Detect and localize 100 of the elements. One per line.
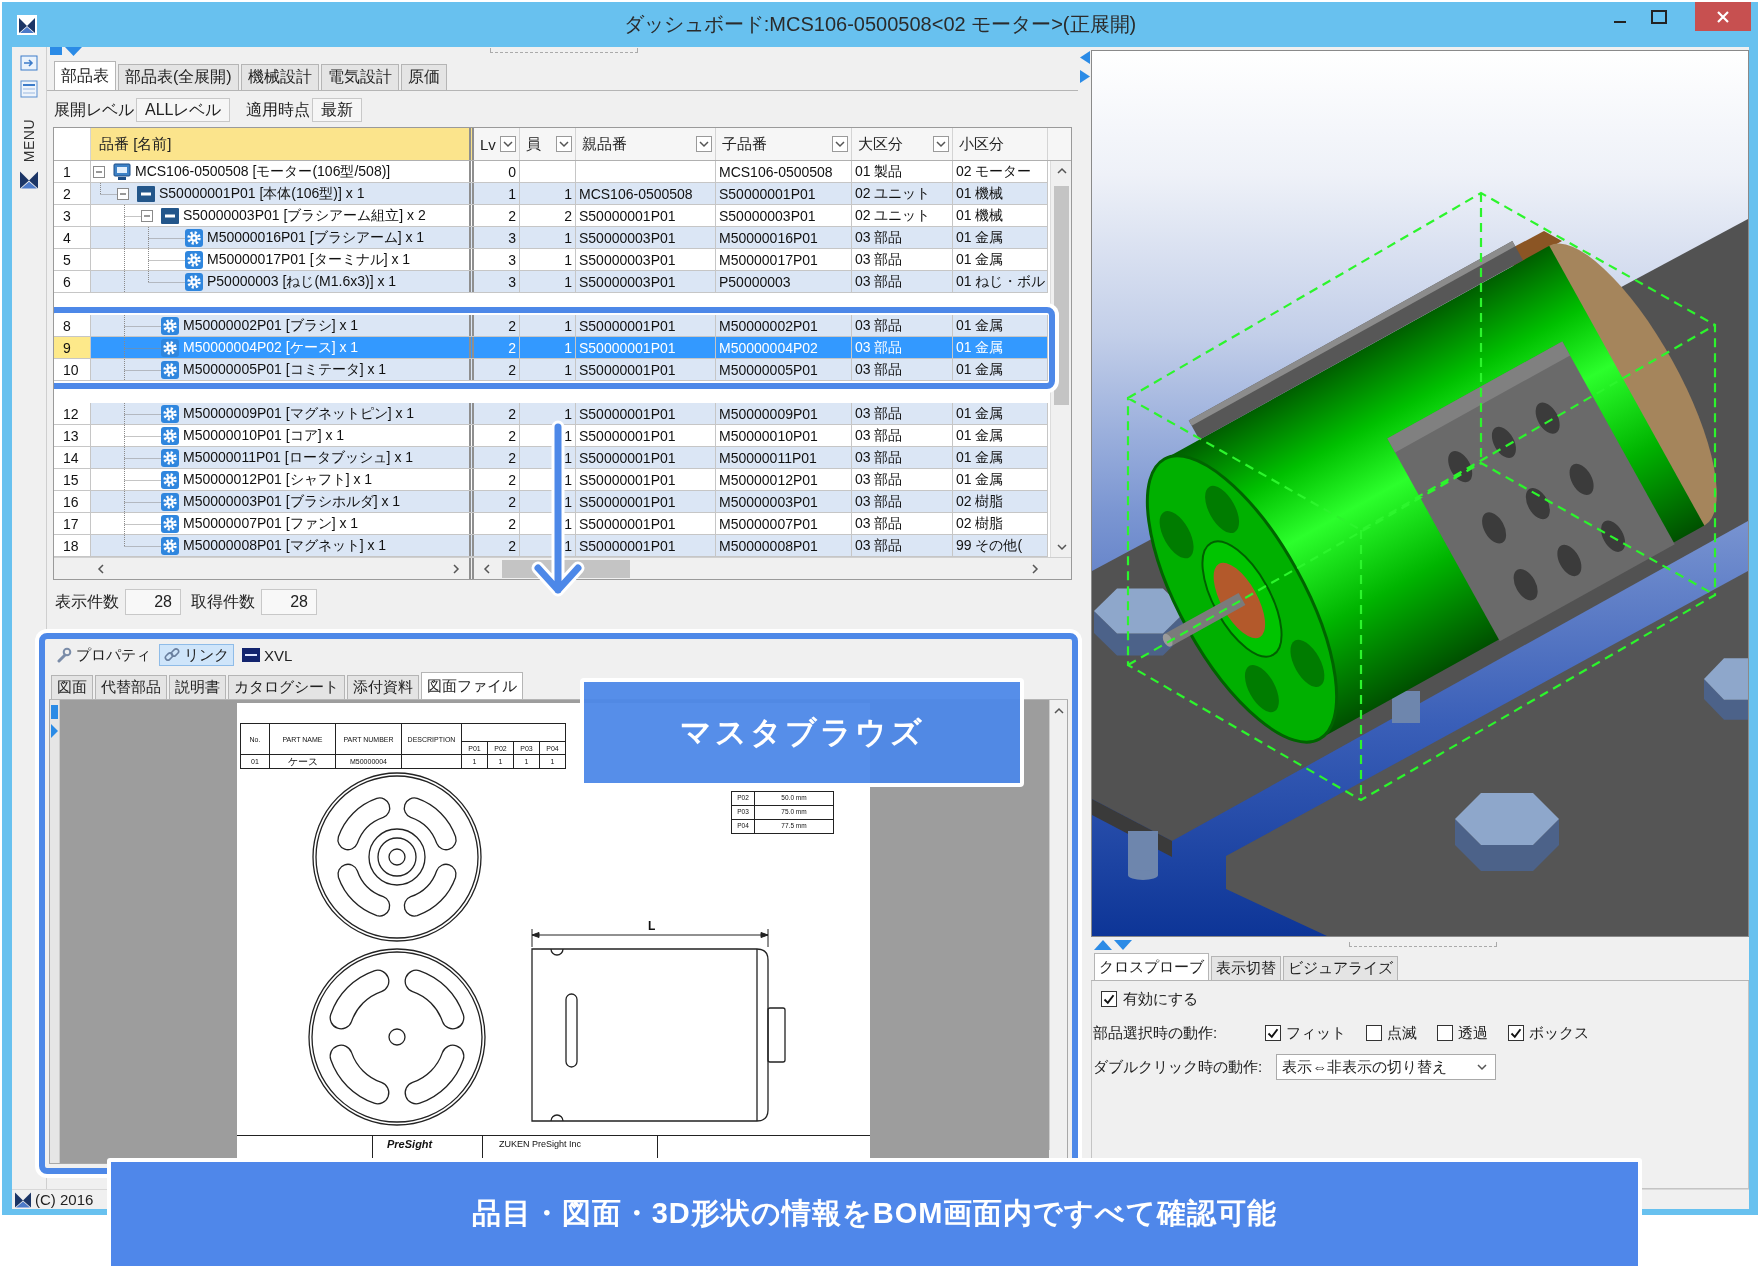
table-row[interactable]: 1 MCS106-0500508 [モーター(106型/508)] 0 MCS106-0500508 01 製品 02 モーター xyxy=(54,161,1048,183)
column-header[interactable]: 員 xyxy=(520,128,576,160)
close-button[interactable] xyxy=(1695,2,1751,31)
chevron-up-icon[interactable] xyxy=(1056,166,1067,176)
tab[interactable]: 図面 xyxy=(51,675,93,699)
table-cell: S50000003P01 xyxy=(576,227,716,248)
right-triangle-icon[interactable] xyxy=(1079,70,1090,83)
table-cell: M50000016P01 xyxy=(716,227,852,248)
bar-tile-icon xyxy=(137,184,155,203)
collapse-icon[interactable] xyxy=(93,165,105,178)
table-row[interactable]: 6 P50000003 [ねじ(M1.6x3)] x 1 3 1 S50000003P01 P50000003 03 部品 01 ねじ・ボル xyxy=(54,271,1048,293)
table-row[interactable]: 5 M50000017P01 [ターミナル] x 1 3 1 S50000003P01 M50000017P01 03 部品 01 金属 xyxy=(54,249,1048,271)
value-field[interactable]: 最新 xyxy=(312,98,363,122)
chevron-left-icon[interactable] xyxy=(482,563,492,574)
checkbox[interactable] xyxy=(1437,1025,1453,1041)
tab[interactable]: 原価 xyxy=(400,64,447,90)
value-field[interactable]: ALLレベル xyxy=(136,98,231,122)
table-cell: 2 xyxy=(474,337,520,358)
dropdown-field[interactable]: 表示⇔非表示の切り替え xyxy=(1276,1054,1497,1080)
table-row[interactable]: 9 M50000004P02 [ケース] x 1 2 1 S50000001P01 M50000004P02 03 部品 01 金属 xyxy=(54,337,1048,359)
dropdown-icon[interactable] xyxy=(696,136,712,152)
dropdown-icon[interactable] xyxy=(556,136,572,152)
row-number: 2 xyxy=(54,183,91,204)
part-name: M50000017P01 [ターミナル] x 1 xyxy=(207,250,411,269)
gear-icon xyxy=(161,338,179,357)
count-field: 28 xyxy=(125,589,181,615)
chevron-right-icon[interactable] xyxy=(1030,563,1040,574)
tab[interactable]: 機械設計 xyxy=(240,64,319,90)
column-header[interactable]: 小区分 xyxy=(953,128,1048,160)
table-row[interactable]: 18 M50000008P01 [マグネット] x 1 2 1 S50000001P01 M50000008P01 03 部品 99 その他( xyxy=(54,535,1048,557)
table-row[interactable]: 10 M50000005P01 [コミテータ] x 1 2 1 S50000001P01 M50000005P01 03 部品 01 金属 xyxy=(54,359,1048,381)
collapse-icon[interactable] xyxy=(117,187,129,200)
table-row[interactable]: 13 M50000010P01 [コア] x 1 2 1 S50000001P01 M50000010P01 03 部品 01 金属 xyxy=(54,425,1048,447)
table-row[interactable]: 3 S50000003P01 [ブラシアーム組立] x 2 2 2 S50000001P01 S50000003P01 02 ユニット 01 機械 xyxy=(54,205,1048,227)
dropdown-icon[interactable] xyxy=(933,136,949,152)
tab[interactable]: 電気設計 xyxy=(320,64,399,90)
table-cell: M50000002P01 xyxy=(716,315,852,336)
chevron-left-icon[interactable] xyxy=(96,563,106,574)
table-row[interactable]: 17 M50000007P01 [ファン] x 1 2 1 S50000001P01 M50000007P01 03 部品 02 樹脂 xyxy=(54,513,1048,535)
tab[interactable]: 部品表 xyxy=(54,61,116,90)
down-triangle-icon[interactable] xyxy=(65,47,82,56)
down-triangle-icon[interactable] xyxy=(1114,939,1132,950)
chevron-up-icon[interactable] xyxy=(1053,706,1064,716)
checkbox[interactable] xyxy=(1265,1025,1281,1041)
up-triangle-icon[interactable] xyxy=(1094,939,1112,950)
checkbox[interactable] xyxy=(1366,1025,1382,1041)
bar-marker-icon[interactable] xyxy=(51,705,58,719)
table-row[interactable]: 15 M50000012P01 [シャフト] x 1 2 1 S50000001P01 M50000012P01 03 部品 01 金属 xyxy=(54,469,1048,491)
tab[interactable]: 部品表(全展開) xyxy=(118,64,239,90)
table-row[interactable]: 16 M50000003P01 [ブラシホルダ] x 1 2 1 S50000001P01 M50000003P01 03 部品 02 樹脂 xyxy=(54,491,1048,513)
arrow-box-icon[interactable] xyxy=(20,55,38,71)
row-number: 4 xyxy=(54,227,91,248)
tab[interactable]: 説明書 xyxy=(169,675,226,699)
tab[interactable]: クロスプローブ xyxy=(1094,953,1209,980)
table-cell: S50000001P01 xyxy=(716,183,852,204)
tab[interactable]: カタログシート xyxy=(228,675,345,699)
checkmark-icon xyxy=(1267,1027,1279,1039)
panel-tab[interactable]: プロパティ xyxy=(51,644,156,666)
checkbox[interactable] xyxy=(1101,991,1117,1007)
table-cell: 02 ユニット xyxy=(852,205,953,226)
tab[interactable]: 添付資料 xyxy=(347,675,419,699)
dropdown-icon[interactable] xyxy=(832,136,848,152)
panel-tab[interactable]: リンク xyxy=(159,644,234,666)
column-header[interactable]: 子品番 xyxy=(716,128,852,160)
tab[interactable]: 表示切替 xyxy=(1211,956,1281,980)
chevron-down-icon[interactable] xyxy=(1056,542,1067,552)
collapse-icon[interactable] xyxy=(141,209,153,222)
checkbox[interactable] xyxy=(1508,1025,1524,1041)
count-label: 取得件数 xyxy=(191,591,255,612)
column-header[interactable]: 品番 [名前] xyxy=(91,128,474,160)
column-header[interactable]: 大区分 xyxy=(852,128,953,160)
table-cell: M50000005P01 xyxy=(716,359,852,380)
table-cell: 1 xyxy=(520,249,576,270)
tab[interactable]: 代替部品 xyxy=(95,675,167,699)
bar-marker-icon[interactable] xyxy=(50,47,62,55)
monitor-icon xyxy=(113,162,131,181)
table-row[interactable]: 12 M50000009P01 [マグネットピン] x 1 2 1 S50000001P01 M50000009P01 03 部品 01 金属 xyxy=(54,403,1048,425)
table-cell: 1 xyxy=(520,425,576,446)
table-cell: M50000012P01 xyxy=(716,469,852,490)
table-row[interactable]: 14 M50000011P01 [ロータブッシュ] x 1 2 1 S50000001P01 M50000011P01 03 部品 01 金属 xyxy=(54,447,1048,469)
panel-tab[interactable]: XVL xyxy=(237,644,298,666)
row-number: 16 xyxy=(54,491,91,512)
table-cell: ケース xyxy=(269,754,336,769)
left-triangle-icon[interactable] xyxy=(1079,51,1090,64)
tab[interactable]: 図面ファイル xyxy=(421,672,523,699)
chevron-right-icon[interactable] xyxy=(451,563,461,574)
table-row[interactable]: 8 M50000002P01 [ブラシ] x 1 2 1 S50000001P01 M50000002P01 03 部品 01 金属 xyxy=(54,315,1048,337)
table-row[interactable]: 4 M50000016P01 [ブラシアーム] x 1 3 1 S50000003P01 M50000016P01 03 部品 01 金属 xyxy=(54,227,1048,249)
table-cell: S50000001P01 xyxy=(576,491,716,512)
column-header[interactable]: 親品番 xyxy=(576,128,716,160)
column-header[interactable]: Lv xyxy=(474,128,520,160)
table-row[interactable]: 2 S50000001P01 [本体(106型)] x 1 1 1 MCS106-0500508 S50000001P01 02 ユニット 01 機械 xyxy=(54,183,1048,205)
menu-label[interactable]: MENU xyxy=(21,119,37,163)
right-triangle-icon[interactable] xyxy=(51,724,58,738)
table-cell: 3 xyxy=(474,249,520,270)
table-cell: 01 金属 xyxy=(953,469,1048,490)
list-icon[interactable] xyxy=(20,80,38,98)
dropdown-icon[interactable] xyxy=(500,136,516,152)
app-logo-icon xyxy=(15,1191,31,1208)
tab[interactable]: ビジュアライズ xyxy=(1283,956,1398,980)
